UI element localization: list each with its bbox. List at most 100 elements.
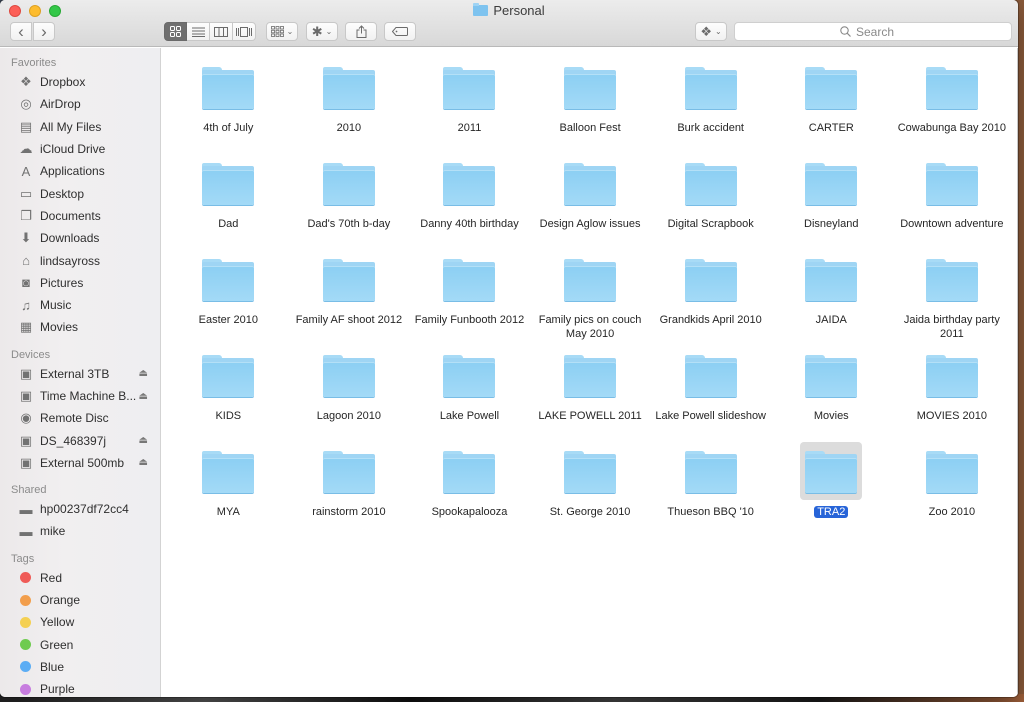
folder-grid: 4th of July 2010 2011 Balloon Fest Burk acci… — [168, 58, 1012, 538]
folder-item[interactable]: LAKE POWELL 2011 — [530, 346, 651, 442]
folder-item[interactable]: KIDS — [168, 346, 289, 442]
folder-name: Dad's 70th b-day — [292, 217, 406, 231]
folder-item[interactable]: Disneyland — [771, 154, 892, 250]
folder-icon-wrapper — [438, 58, 500, 116]
folder-item[interactable]: Zoo 2010 — [892, 442, 1013, 538]
folder-item[interactable]: Family pics on couch May 2010 — [530, 250, 651, 346]
folder-icon — [925, 451, 978, 493]
folder-item[interactable]: Spookapalooza — [409, 442, 530, 538]
folder-item[interactable]: MOVIES 2010 — [892, 346, 1013, 442]
list-view-button[interactable] — [187, 22, 210, 41]
folder-item[interactable]: Family AF shoot 2012 — [289, 250, 410, 346]
folder-item[interactable]: CARTER — [771, 58, 892, 154]
folder-item[interactable]: Family Funbooth 2012 — [409, 250, 530, 346]
sidebar-item-lindsayross[interactable]: ⌂ lindsayross — [0, 249, 160, 271]
folder-item[interactable]: rainstorm 2010 — [289, 442, 410, 538]
folder-item[interactable]: Lake Powell slideshow — [650, 346, 771, 442]
scrollbar-track[interactable] — [1017, 48, 1018, 697]
sidebar-item-all-my-files[interactable]: ▤ All My Files — [0, 116, 160, 138]
eject-icon[interactable]: ⏏ — [139, 435, 148, 446]
folder-item[interactable]: 2010 — [289, 58, 410, 154]
folder-item[interactable]: 2011 — [409, 58, 530, 154]
folder-item[interactable]: Grandkids April 2010 — [650, 250, 771, 346]
folder-item[interactable]: Easter 2010 — [168, 250, 289, 346]
folder-name-text: Cowabunga Bay 2010 — [897, 122, 1006, 134]
folder-item[interactable]: Dad — [168, 154, 289, 250]
folder-name-text: Thueson BBQ '10 — [667, 506, 754, 518]
sidebar-item-time-machine-b[interactable]: ▣ Time Machine B... ⏏ — [0, 385, 160, 407]
eject-icon[interactable]: ⏏ — [139, 368, 148, 379]
arrange-button[interactable]: ⌄ — [266, 22, 298, 41]
share-button[interactable] — [345, 22, 377, 41]
folder-icon-wrapper — [197, 58, 259, 116]
search-field[interactable] — [734, 22, 1012, 41]
sidebar-item-pictures[interactable]: ◙ Pictures — [0, 272, 160, 294]
cover-flow-view-button[interactable] — [233, 22, 256, 41]
search-input[interactable] — [856, 24, 906, 39]
folder-name-text: MOVIES 2010 — [916, 410, 988, 422]
folder-item[interactable]: Dad's 70th b-day — [289, 154, 410, 250]
eject-icon[interactable]: ⏏ — [139, 457, 148, 468]
folder-item[interactable]: Digital Scrapbook — [650, 154, 771, 250]
back-button[interactable]: ‹ — [10, 22, 32, 41]
sidebar-item-dropbox[interactable]: ❖ Dropbox — [0, 71, 160, 93]
folder-name: KIDS — [171, 409, 285, 423]
sidebar-item-airdrop[interactable]: ◎ AirDrop — [0, 93, 160, 115]
folder-icon — [805, 67, 858, 109]
folder-item[interactable]: Jaida birthday party 2011 — [892, 250, 1013, 346]
folder-item[interactable]: St. George 2010 — [530, 442, 651, 538]
sidebar-item-red[interactable]: Red — [0, 567, 160, 589]
folder-item[interactable]: TRA2 — [771, 442, 892, 538]
sidebar-item-purple[interactable]: Purple — [0, 678, 160, 697]
folder-item[interactable]: Danny 40th birthday — [409, 154, 530, 250]
folder-icon — [564, 163, 617, 205]
folder-item[interactable]: Lake Powell — [409, 346, 530, 442]
folder-item[interactable]: 4th of July — [168, 58, 289, 154]
computer-icon: ▬ — [19, 501, 33, 517]
folder-name: 2011 — [412, 121, 526, 135]
sidebar-item-downloads[interactable]: ⬇ Downloads — [0, 227, 160, 249]
sidebar-item-label: Music — [40, 298, 72, 313]
action-button[interactable]: ✱ ⌄ — [306, 22, 338, 41]
sidebar-item-external-500mb[interactable]: ▣ External 500mb ⏏ — [0, 452, 160, 474]
sidebar-item-green[interactable]: Green — [0, 634, 160, 656]
sidebar-item-movies[interactable]: ▦ Movies — [0, 316, 160, 338]
sidebar-item-applications[interactable]: A Applications — [0, 160, 160, 182]
sidebar-item-mike[interactable]: ▬ mike — [0, 520, 160, 542]
folder-item[interactable]: Movies — [771, 346, 892, 442]
sidebar-item-desktop[interactable]: ▭ Desktop — [0, 182, 160, 204]
folder-name: Family AF shoot 2012 — [292, 313, 406, 327]
sidebar-item-blue[interactable]: Blue — [0, 656, 160, 678]
sidebar-item-documents[interactable]: ❐ Documents — [0, 205, 160, 227]
sidebar-item-icloud-drive[interactable]: ☁ iCloud Drive — [0, 138, 160, 160]
sidebar-item-yellow[interactable]: Yellow — [0, 611, 160, 633]
folder-item[interactable]: Cowabunga Bay 2010 — [892, 58, 1013, 154]
tag-color-dot-icon — [20, 661, 31, 673]
folder-item[interactable]: Design Aglow issues — [530, 154, 651, 250]
folder-item[interactable]: Lagoon 2010 — [289, 346, 410, 442]
sidebar-item-remote-disc[interactable]: ◉ Remote Disc — [0, 407, 160, 429]
folder-item[interactable]: MYA — [168, 442, 289, 538]
sidebar-item-label: Yellow — [40, 615, 75, 630]
icon-view-button[interactable] — [164, 22, 187, 41]
sidebar-item-orange[interactable]: Orange — [0, 589, 160, 611]
dropbox-menu-button[interactable]: ❖ ⌄ — [695, 22, 727, 41]
column-view-button[interactable] — [210, 22, 233, 41]
edit-tags-button[interactable] — [384, 22, 416, 41]
folder-item[interactable]: Thueson BBQ '10 — [650, 442, 771, 538]
sidebar-item-external-3tb[interactable]: ▣ External 3TB ⏏ — [0, 363, 160, 385]
folder-name-text: Design Aglow issues — [539, 218, 641, 230]
folder-item[interactable]: JAIDA — [771, 250, 892, 346]
sidebar-item-ds-468397j[interactable]: ▣ DS_468397j ⏏ — [0, 429, 160, 451]
sidebar-item-music[interactable]: ♫ Music — [0, 294, 160, 316]
folder-item[interactable]: Balloon Fest — [530, 58, 651, 154]
folder-item[interactable]: Downtown adventure — [892, 154, 1013, 250]
sidebar-item-label: Time Machine B... — [40, 389, 137, 403]
eject-icon[interactable]: ⏏ — [139, 391, 148, 402]
forward-button[interactable]: › — [33, 22, 55, 41]
folder-item[interactable]: Burk accident — [650, 58, 771, 154]
folder-icon — [564, 355, 617, 397]
sidebar-item-label: External 500mb — [40, 455, 125, 470]
sidebar-item-label: Green — [40, 637, 74, 652]
sidebar-item-hp00237df72cc4[interactable]: ▬ hp00237df72cc4 — [0, 498, 160, 520]
